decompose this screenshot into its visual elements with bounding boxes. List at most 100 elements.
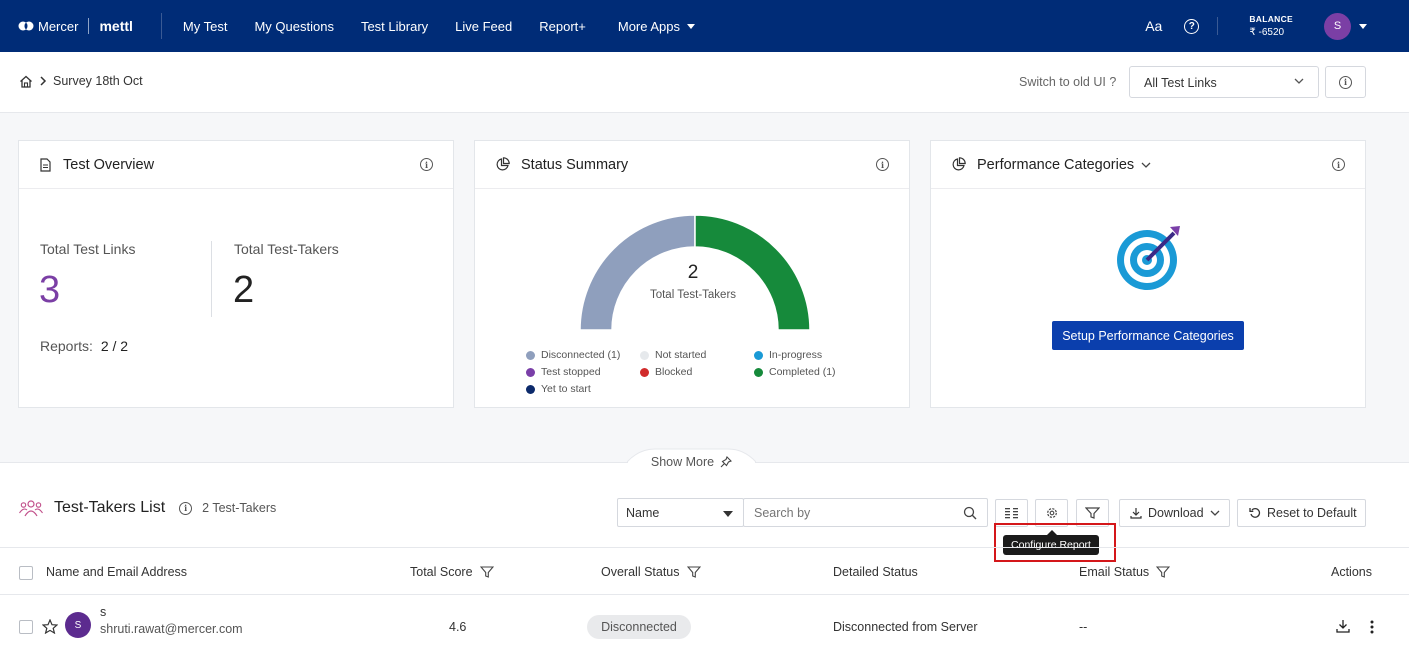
nav-item-more-apps[interactable]: More Apps (617, 18, 696, 34)
search-input[interactable] (744, 499, 944, 526)
breadcrumb-bar: Survey 18th Oct Switch to old UI ? All T… (0, 52, 1409, 113)
legend-dot (526, 367, 535, 377)
nav-item-live-feed[interactable]: Live Feed (455, 19, 512, 34)
help-icon[interactable]: ? (1184, 18, 1200, 34)
chevron-down-icon (1294, 78, 1304, 84)
users-group-icon (19, 500, 43, 517)
legend-item-in-progress[interactable]: In-progress (754, 349, 822, 361)
chevron-down-icon (1141, 162, 1151, 168)
total-links-value[interactable]: 3 (39, 269, 60, 312)
reset-to-default-button[interactable]: Reset to Default (1237, 499, 1366, 527)
pie-chart-icon (952, 157, 966, 171)
col-overall-status[interactable]: Overall Status (601, 565, 701, 579)
balance-display: BALANCE ₹ -6520 (1249, 13, 1293, 39)
filter-icon[interactable] (686, 566, 701, 578)
nav-item-report-plus[interactable]: Report+ (539, 19, 586, 34)
nav-right-group: Aa ? BALANCE ₹ -6520 S (1145, 0, 1409, 52)
taker-email: shruti.rawat@mercer.com (100, 622, 243, 636)
table-row[interactable]: S s shruti.rawat@mercer.com 4.6 Disconne… (0, 595, 1409, 657)
test-overview-info[interactable]: i (420, 158, 433, 171)
search-field-value: Name (626, 506, 660, 520)
download-button[interactable]: Download (1119, 499, 1230, 527)
setup-performance-button[interactable]: Setup Performance Categories (1052, 321, 1244, 350)
balance-label: BALANCE (1249, 14, 1293, 24)
col-total-score-label: Total Score (410, 565, 473, 579)
info-icon: i (1339, 75, 1352, 89)
more-apps-label: More Apps (617, 18, 681, 34)
test-takers-count: 2 Test-Takers (202, 501, 277, 515)
home-icon[interactable] (19, 75, 33, 88)
page-info-button[interactable]: i (1325, 66, 1366, 98)
legend-item-blocked[interactable]: Blocked (640, 366, 692, 378)
col-total-score[interactable]: Total Score (410, 565, 494, 579)
select-all-checkbox[interactable] (19, 566, 33, 580)
caret-down-icon (723, 511, 733, 517)
avatar: S (65, 612, 91, 638)
user-menu-caret-icon[interactable] (1359, 23, 1367, 29)
row-checkbox[interactable] (19, 620, 33, 634)
taker-name[interactable]: s (100, 605, 106, 619)
col-email-status[interactable]: Email Status (1079, 565, 1171, 579)
total-takers-label: Total Test-Takers (234, 241, 339, 257)
legend-item-completed[interactable]: Completed (1) (754, 366, 836, 378)
taker-detailed-status: Disconnected from Server (833, 620, 978, 634)
download-icon (1130, 508, 1142, 519)
chevron-down-icon (1210, 510, 1220, 516)
info-icon[interactable]: i (179, 501, 193, 515)
legend-label: Not started (655, 349, 707, 361)
legend-item-test-stopped[interactable]: Test stopped (526, 366, 601, 378)
performance-title: Performance Categories (977, 156, 1135, 173)
legend-item-not-started[interactable]: Not started (640, 349, 706, 361)
test-link-select[interactable]: All Test Links (1129, 66, 1319, 98)
legend-label: In-progress (769, 349, 823, 361)
more-vertical-icon[interactable] (1370, 620, 1374, 634)
legend-label: Blocked (655, 366, 693, 378)
legend-label: Test stopped (541, 366, 601, 378)
show-more-toggle[interactable]: Show More (627, 448, 756, 476)
pie-chart-icon (496, 157, 510, 171)
nav-right-divider (1217, 17, 1219, 35)
col-actions: Actions (1331, 565, 1372, 579)
search-icon[interactable] (963, 506, 977, 520)
performance-header[interactable]: Performance Categories i (931, 141, 1365, 189)
col-email-status-label: Email Status (1079, 565, 1150, 579)
mercer-logo: Mercer (18, 19, 78, 34)
legend-label: Completed (1) (769, 366, 836, 378)
status-badge: Disconnected (587, 615, 691, 639)
switch-old-ui-link[interactable]: Switch to old UI ? (1019, 75, 1116, 89)
reports-label: Reports: (40, 338, 93, 354)
mercer-mark-icon (18, 21, 34, 31)
breadcrumb-current: Survey 18th Oct (53, 74, 143, 88)
filter-icon[interactable] (479, 566, 494, 578)
legend-dot (526, 384, 535, 394)
mercer-mettl-logo[interactable]: Mercer mettl (18, 18, 133, 34)
nav-item-my-questions[interactable]: My Questions (254, 19, 333, 34)
legend-item-yet-to-start[interactable]: Yet to start (526, 383, 591, 395)
filter-icon[interactable] (1156, 566, 1171, 578)
star-icon[interactable] (42, 619, 58, 634)
legend-item-disconnected[interactable]: Disconnected (1) (526, 349, 620, 361)
legend-dot (754, 350, 763, 360)
reports-value: 2 / 2 (100, 338, 129, 354)
download-icon[interactable] (1336, 619, 1350, 633)
user-avatar[interactable]: S (1324, 12, 1351, 40)
search-field-select[interactable]: Name (617, 498, 744, 527)
search-box[interactable] (743, 498, 988, 527)
col-name-email[interactable]: Name and Email Address (46, 565, 187, 579)
test-overview-card: Test Overview i Total Test Links 3 Total… (18, 140, 454, 408)
reports-summary: Reports: 2 / 2 (40, 338, 128, 354)
nav-divider (160, 13, 162, 39)
nav-item-test-library[interactable]: Test Library (361, 19, 428, 34)
status-summary-info[interactable]: i (876, 158, 889, 171)
performance-info[interactable]: i (1332, 158, 1345, 171)
reset-label: Reset to Default (1267, 506, 1357, 520)
total-takers-value: 2 (233, 269, 255, 311)
nav-item-my-test[interactable]: My Test (183, 19, 228, 34)
font-size-toggle[interactable]: Aa (1145, 18, 1162, 34)
legend-label: Yet to start (541, 383, 591, 395)
info-icon: i (1332, 158, 1345, 171)
overview-divider (211, 241, 212, 317)
legend-dot (526, 350, 535, 360)
top-navbar: Mercer mettl My Test My Questions Test L… (0, 0, 1409, 52)
status-summary-header: Status Summary i (475, 141, 909, 189)
